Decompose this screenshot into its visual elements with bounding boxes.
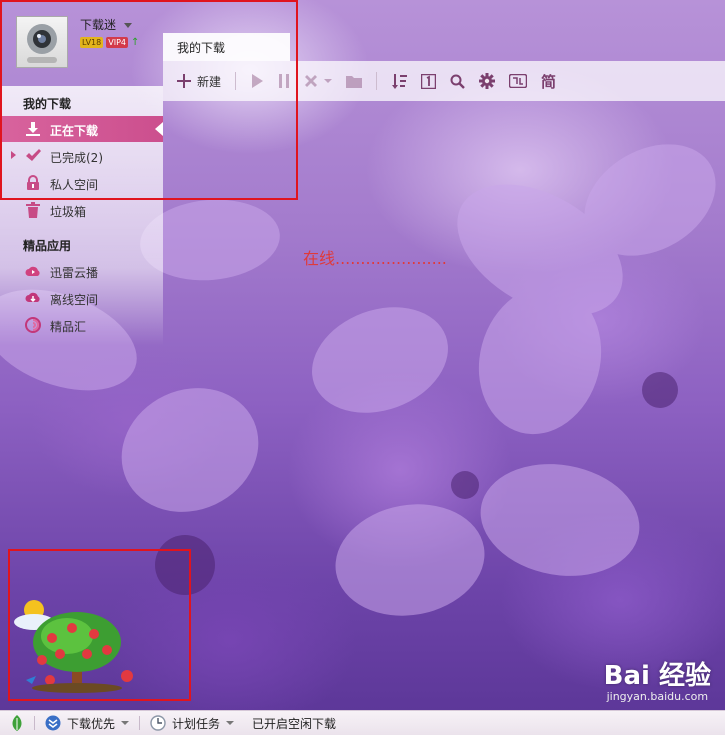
sidebar-item-label: 离线空间 xyxy=(50,293,99,307)
sidebar-item-trash[interactable]: 垃圾箱 xyxy=(0,197,163,223)
search-button[interactable] xyxy=(450,74,465,89)
watermark-url: jingyan.baidu.com xyxy=(606,690,709,703)
offline-space-icon xyxy=(25,292,40,303)
annotation-box-tree-widget xyxy=(8,549,191,701)
leaf-button[interactable] xyxy=(10,715,24,731)
delete-button[interactable] xyxy=(304,74,333,88)
leaf-icon xyxy=(12,715,22,731)
close-icon xyxy=(305,75,318,87)
sidebar-item-boutique[interactable]: 精品汇 xyxy=(0,312,163,338)
skin-icon xyxy=(509,74,528,88)
sidebar-item-label: 精品汇 xyxy=(50,320,87,334)
sidebar-section-apps: 精品应用 xyxy=(23,239,72,253)
watermark-brand: Bai 经验 xyxy=(603,661,711,691)
search-icon xyxy=(450,74,465,89)
sidebar-item-cloud-play[interactable]: 迅雷云播 xyxy=(0,258,163,284)
chevron-down-icon xyxy=(226,721,235,725)
chevron-down-icon xyxy=(121,721,130,725)
cloud-play-icon xyxy=(25,266,40,276)
swirl-icon xyxy=(25,317,41,333)
sort-icon xyxy=(392,74,408,89)
chevron-down-icon[interactable] xyxy=(324,79,333,83)
sidebar-item-label: 迅雷云播 xyxy=(50,266,99,280)
gear-icon xyxy=(479,73,496,89)
sidebar-item-label: 垃圾箱 xyxy=(50,205,87,219)
open-folder-button[interactable] xyxy=(346,74,363,88)
settings-button[interactable] xyxy=(479,73,496,89)
annotation-box-account-area xyxy=(0,0,298,200)
speed-priority-icon xyxy=(45,715,61,731)
trash-icon xyxy=(26,202,40,218)
folder-icon xyxy=(346,76,363,88)
download-priority-dropdown[interactable]: 下载优先 xyxy=(45,715,130,732)
skin-button[interactable] xyxy=(509,74,528,88)
scheduled-tasks-label: 计划任务 xyxy=(172,716,221,731)
sort-button[interactable] xyxy=(391,73,408,89)
online-status-text: 在线...................... xyxy=(303,249,447,268)
idle-download-status: 已开启空闲下载 xyxy=(252,716,337,731)
sidebar-item-offline-space[interactable]: 离线空间 xyxy=(0,285,163,311)
statusbar-divider xyxy=(34,716,35,730)
toolbar-divider xyxy=(376,72,378,90)
statusbar-divider xyxy=(139,716,141,730)
status-bar: 下载优先 计划任务 已开启空闲下载 xyxy=(0,710,725,735)
scheduled-tasks-dropdown[interactable]: 计划任务 xyxy=(150,715,235,732)
simplified-chinese-button[interactable]: 简 xyxy=(541,71,556,92)
download-priority-label: 下载优先 xyxy=(67,716,116,731)
clock-icon xyxy=(150,715,166,731)
single-task-button[interactable] xyxy=(421,73,437,89)
number-one-icon xyxy=(421,73,437,89)
baidu-watermark: Bai 经验 jingyan.baidu.com xyxy=(604,655,711,703)
